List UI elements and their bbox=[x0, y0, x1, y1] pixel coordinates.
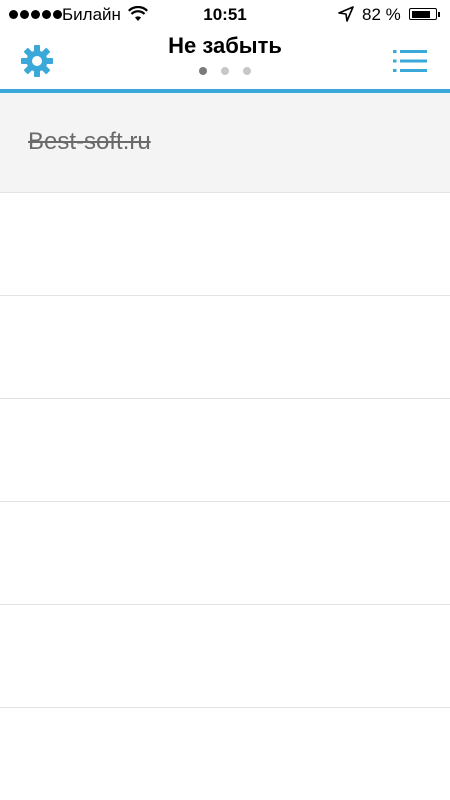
page-title: Не забыть bbox=[168, 33, 282, 58]
page-dot[interactable] bbox=[199, 67, 207, 75]
empty-list-row[interactable] bbox=[0, 502, 450, 605]
page-indicator bbox=[0, 67, 450, 75]
navigation-bar: Не забыть bbox=[0, 30, 450, 89]
menu-button[interactable] bbox=[393, 48, 427, 74]
list-icon bbox=[393, 50, 427, 72]
list-item[interactable]: Best-soft.ru bbox=[0, 93, 450, 193]
page-dot[interactable] bbox=[221, 67, 229, 75]
status-bar: Билайн 10:51 82 % bbox=[0, 0, 450, 30]
page-dot[interactable] bbox=[243, 67, 251, 75]
empty-list-row[interactable] bbox=[0, 708, 450, 800]
empty-list-row[interactable] bbox=[0, 399, 450, 502]
list-item-text-completed: Best-soft.ru bbox=[28, 128, 151, 155]
location-arrow-icon bbox=[338, 6, 354, 27]
empty-list-row[interactable] bbox=[0, 605, 450, 708]
empty-list-row[interactable] bbox=[0, 193, 450, 296]
battery-percent: 82 % bbox=[362, 5, 401, 24]
battery-icon bbox=[409, 8, 440, 20]
empty-list-row[interactable] bbox=[0, 296, 450, 399]
reminder-list: Best-soft.ru bbox=[0, 93, 450, 800]
app-screen: Билайн 10:51 82 % Не забыть Best-soft.ru bbox=[0, 0, 450, 800]
